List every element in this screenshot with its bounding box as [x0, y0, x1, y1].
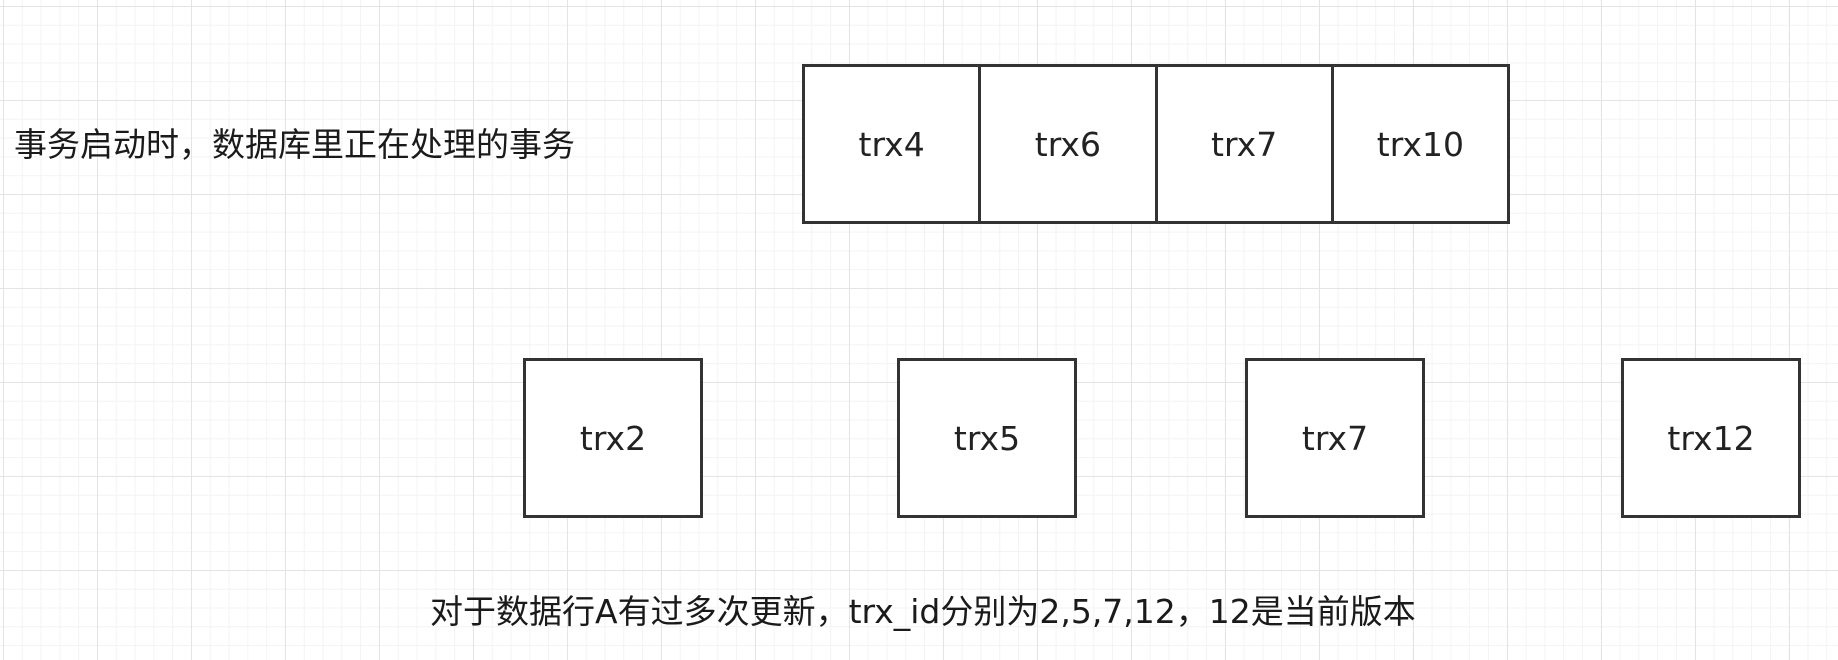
row-version-box: trx2 [523, 358, 703, 518]
active-transaction-cell: trx7 [1154, 67, 1331, 221]
active-transactions-array: trx4 trx6 trx7 trx10 [802, 64, 1510, 224]
active-transaction-cell: trx6 [978, 67, 1154, 221]
row-history-label: 对于数据行A有过多次更新，trx_id分别为2,5,7,12，12是当前版本 [430, 592, 1416, 631]
active-transaction-cell: trx4 [858, 124, 925, 164]
row-version-box: trx7 [1245, 358, 1425, 518]
active-transactions-label: 事务启动时，数据库里正在处理的事务 [14, 125, 575, 164]
active-transaction-cell: trx10 [1330, 67, 1507, 221]
row-version-box: trx5 [897, 358, 1077, 518]
row-version-box: trx12 [1621, 358, 1801, 518]
